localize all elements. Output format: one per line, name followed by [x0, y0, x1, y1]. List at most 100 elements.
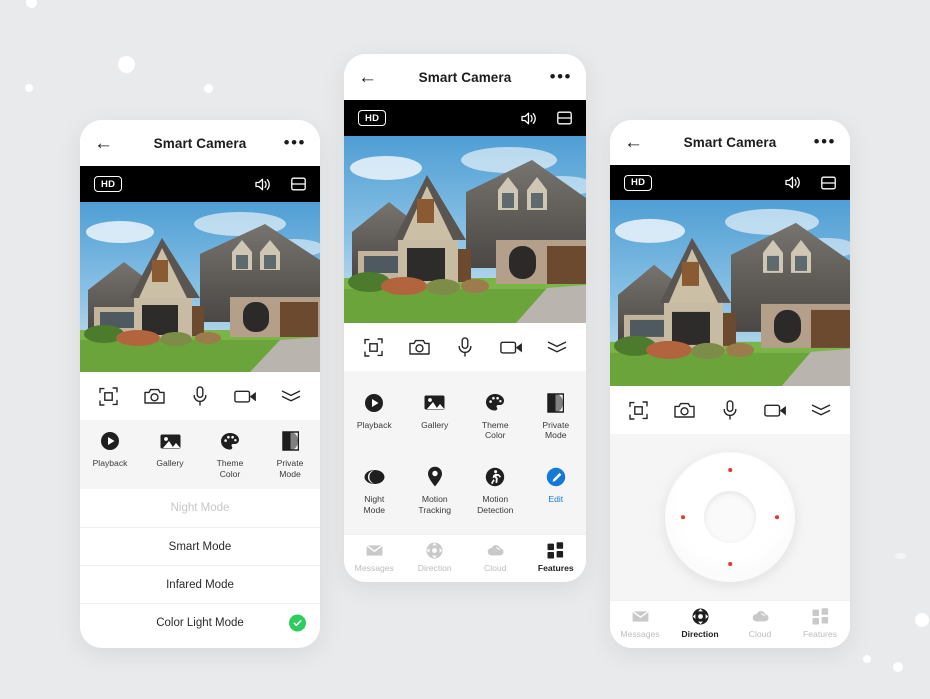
split-screen-icon[interactable]	[557, 111, 572, 125]
fullscreen-button[interactable]	[626, 397, 652, 423]
mode-item-smart[interactable]: Smart Mode	[80, 527, 320, 565]
direction-marker-left[interactable]	[681, 515, 685, 519]
snapshot-button[interactable]	[141, 383, 167, 409]
feature-motion-tracking[interactable]: Motion Tracking	[405, 456, 466, 525]
direction-pad[interactable]	[665, 452, 795, 582]
feature-gallery[interactable]: Gallery	[405, 382, 466, 451]
camera-feed[interactable]	[80, 202, 320, 372]
feature-playback[interactable]: Playback	[80, 420, 140, 489]
decorative-dot	[118, 56, 135, 73]
fullscreen-button[interactable]	[360, 334, 386, 360]
decorative-dot	[915, 613, 929, 627]
decorative-dot	[204, 84, 213, 93]
camera-feed[interactable]	[344, 136, 586, 323]
cloud-icon	[487, 542, 504, 559]
direction-marker-down[interactable]	[728, 562, 732, 566]
feature-theme-color[interactable]: Theme Color	[465, 382, 526, 451]
talk-button[interactable]	[452, 334, 478, 360]
back-arrow-icon[interactable]: ←	[94, 134, 116, 153]
collapse-button[interactable]	[544, 334, 570, 360]
record-button[interactable]	[233, 383, 259, 409]
record-button[interactable]	[763, 397, 789, 423]
nav-item-features[interactable]: Features	[790, 608, 850, 639]
hd-badge[interactable]: HD	[624, 174, 653, 191]
nav-item-direction[interactable]: Direction	[405, 542, 466, 573]
mode-list: Night Mode Smart Mode Infared Mode Color…	[80, 489, 320, 642]
direction-marker-right[interactable]	[775, 515, 779, 519]
collapse-button[interactable]	[278, 383, 304, 409]
snapshot-button[interactable]	[406, 334, 432, 360]
fullscreen-button[interactable]	[96, 383, 122, 409]
nav-item-direction[interactable]: Direction	[670, 608, 730, 639]
nav-item-cloud[interactable]: Cloud	[730, 608, 790, 639]
mode-label: Color Light Mode	[156, 616, 244, 629]
collapse-button[interactable]	[808, 397, 834, 423]
feature-label: Motion Detection	[477, 493, 514, 515]
feature-private-mode[interactable]: Private Mode	[526, 382, 587, 451]
feature-label: Private Mode	[542, 419, 570, 441]
motion-detection-icon	[484, 466, 506, 488]
direction-marker-up[interactable]	[728, 468, 732, 472]
phone-left: ← Smart Camera ••• HD Playback Gallery T…	[80, 120, 320, 648]
decorative-dot	[893, 662, 903, 672]
nav-label: Cloud	[748, 629, 772, 639]
nav-item-messages[interactable]: Messages	[344, 542, 405, 573]
speaker-icon[interactable]	[785, 175, 801, 190]
phone-center: ← Smart Camera ••• HD Playback Gallery T…	[344, 54, 586, 582]
cloud-icon	[752, 608, 769, 625]
record-button[interactable]	[498, 334, 524, 360]
talk-button[interactable]	[717, 397, 743, 423]
video-control-bar: HD	[610, 164, 850, 201]
talk-button[interactable]	[187, 383, 213, 409]
split-screen-icon[interactable]	[821, 176, 836, 190]
edit-pencil-icon	[545, 466, 567, 488]
snapshot-button[interactable]	[671, 397, 697, 423]
gallery-icon	[159, 430, 181, 452]
feature-playback[interactable]: Playback	[344, 382, 405, 451]
more-options-icon[interactable]: •••	[550, 68, 572, 85]
nav-item-features[interactable]: Features	[526, 542, 587, 573]
feature-motion-detection[interactable]: Motion Detection	[465, 456, 526, 525]
hd-badge[interactable]: HD	[358, 110, 387, 126]
mode-item-color-light[interactable]: Color Light Mode	[80, 603, 320, 641]
video-control-bar: HD	[344, 100, 586, 136]
split-screen-icon[interactable]	[291, 177, 306, 191]
feature-night-mode[interactable]: Night Mode	[344, 456, 405, 525]
feature-theme-color[interactable]: Theme Color	[200, 420, 260, 489]
video-control-bar: HD	[80, 166, 320, 202]
mode-item-night[interactable]: Night Mode	[80, 489, 320, 527]
palette-icon	[219, 430, 241, 452]
direction-pad-panel	[610, 434, 850, 600]
feature-label: Private Mode	[276, 458, 304, 479]
mode-label: Infared Mode	[166, 578, 234, 591]
more-options-icon[interactable]: •••	[814, 133, 836, 150]
back-arrow-icon[interactable]: ←	[624, 133, 646, 152]
feature-grid: Playback Gallery Theme Color Private Mod…	[80, 420, 320, 490]
feature-gallery[interactable]: Gallery	[140, 420, 200, 489]
feature-edit[interactable]: Edit	[526, 456, 587, 525]
night-mode-icon	[363, 466, 385, 488]
back-arrow-icon[interactable]: ←	[358, 68, 380, 87]
speaker-icon[interactable]	[521, 111, 537, 126]
check-circle-icon	[289, 614, 306, 632]
nav-item-cloud[interactable]: Cloud	[465, 542, 526, 573]
gallery-icon	[424, 392, 446, 414]
nav-label: Direction	[681, 629, 719, 639]
app-header: ← Smart Camera •••	[610, 120, 850, 165]
bottom-nav: Messages Direction Cloud Features	[610, 600, 850, 648]
feature-label: Theme Color	[481, 419, 509, 441]
camera-feed[interactable]	[610, 200, 850, 386]
decorative-dot	[25, 84, 33, 92]
app-header: ← Smart Camera •••	[344, 54, 586, 100]
direction-pad-hub[interactable]	[704, 491, 756, 543]
feature-private-mode[interactable]: Private Mode	[260, 420, 320, 489]
more-options-icon[interactable]: •••	[284, 134, 306, 151]
decorative-dot	[895, 553, 906, 559]
palette-icon	[484, 392, 506, 414]
nav-label: Features	[537, 563, 574, 573]
direction-icon	[692, 608, 709, 625]
nav-item-messages[interactable]: Messages	[610, 608, 670, 639]
speaker-icon[interactable]	[255, 177, 271, 192]
hd-badge[interactable]: HD	[94, 176, 123, 192]
mode-item-infared[interactable]: Infared Mode	[80, 565, 320, 603]
